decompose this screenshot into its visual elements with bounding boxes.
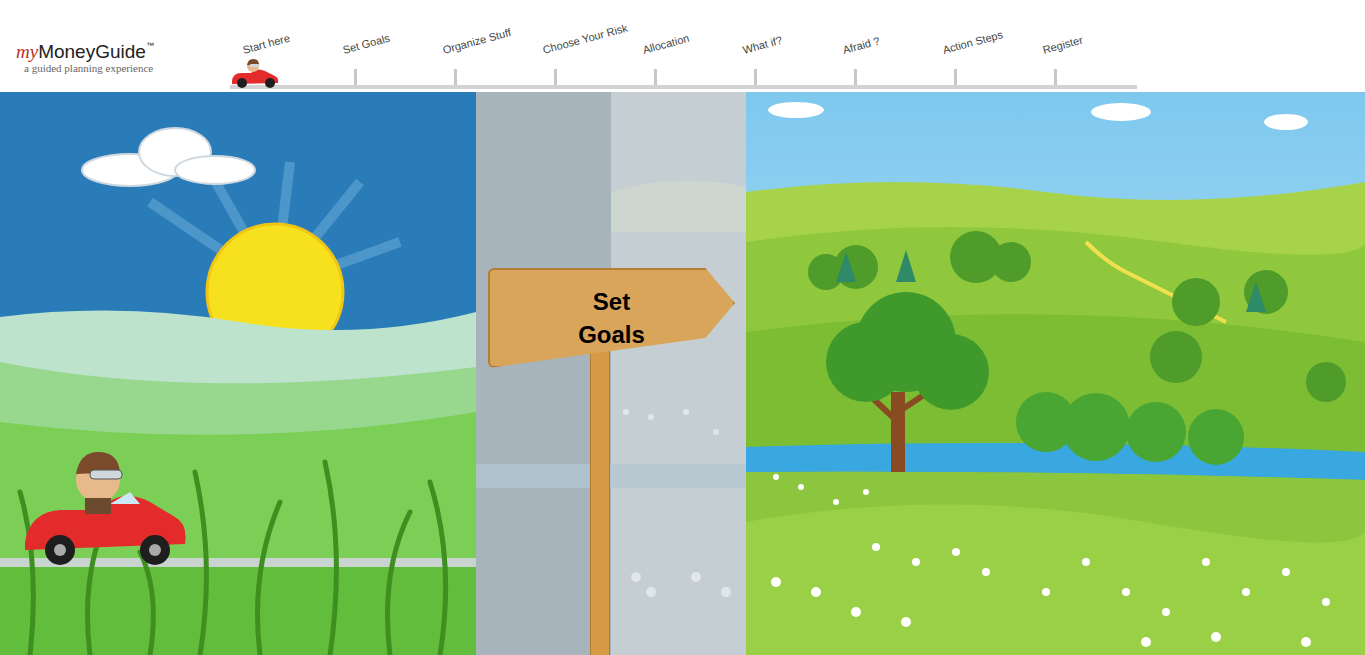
step-label[interactable]: Register	[1041, 34, 1084, 57]
logo-prefix: my	[16, 42, 38, 61]
car-icon	[229, 57, 281, 89]
step[interactable]: What if?	[705, 0, 805, 92]
step-tick	[454, 69, 457, 85]
step-label[interactable]: Start here	[241, 32, 291, 57]
step-label[interactable]: Choose Your Risk	[541, 22, 629, 57]
sign-text: Set Goals	[567, 285, 657, 351]
step-tick	[954, 69, 957, 85]
step[interactable]: Action Steps	[905, 0, 1005, 92]
step-tick	[754, 69, 757, 85]
header: my MoneyGuide ™ a guided planning experi…	[0, 0, 1365, 92]
step-tick	[654, 69, 657, 85]
step-label[interactable]: Organize Stuff	[441, 26, 512, 57]
step-label[interactable]: Set Goals	[341, 32, 391, 57]
step[interactable]: Set Goals	[305, 0, 405, 92]
logo-name: MoneyGuide	[38, 42, 146, 61]
landscape-scene-icon	[746, 92, 1365, 655]
progress-line	[230, 85, 1137, 89]
trademark: ™	[146, 42, 154, 50]
sign-board: Set Goals	[488, 268, 735, 368]
step[interactable]: Allocation	[605, 0, 705, 92]
step-label[interactable]: What if?	[741, 34, 783, 57]
step[interactable]: Organize Stuff	[405, 0, 505, 92]
step[interactable]: Register	[1005, 0, 1105, 92]
step[interactable]: Afraid ?	[805, 0, 905, 92]
sunrise-scene-icon	[0, 92, 476, 655]
signpost[interactable]: Set Goals	[488, 268, 735, 655]
faded-scene-icon	[476, 92, 746, 655]
tagline: a guided planning experience	[24, 63, 154, 74]
step-label[interactable]: Action Steps	[941, 28, 1004, 57]
step-tick	[554, 69, 557, 85]
step-tick	[354, 69, 357, 85]
step-label[interactable]: Allocation	[641, 32, 690, 57]
progress-nav: Start hereSet GoalsOrganize StuffChoose …	[205, 0, 1137, 92]
step[interactable]: Choose Your Risk	[505, 0, 605, 92]
step-tick	[854, 69, 857, 85]
step-label[interactable]: Afraid ?	[841, 34, 881, 56]
sign-post	[590, 338, 610, 655]
logo[interactable]: my MoneyGuide ™ a guided planning experi…	[16, 42, 154, 74]
scene: Set Goals	[0, 92, 1365, 655]
step-tick	[1054, 69, 1057, 85]
step[interactable]: Start here	[205, 0, 305, 92]
